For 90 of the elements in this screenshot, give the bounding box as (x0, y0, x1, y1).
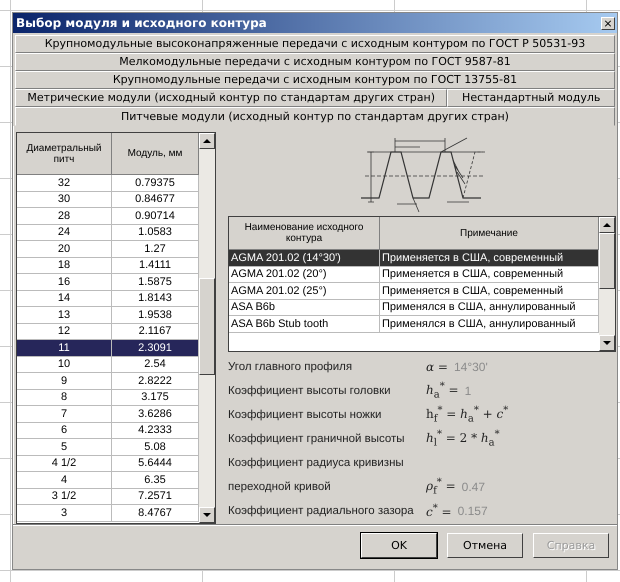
parameter-label: Угол главного профиля (228, 361, 354, 373)
table-cell[interactable]: Применялся в США, аннулированный (380, 316, 599, 332)
scroll-down-button[interactable] (599, 335, 615, 351)
table-cell[interactable]: 6 (17, 422, 112, 439)
formula: c$^{*}$ = (426, 503, 452, 519)
table-cell[interactable]: 8.4767 (112, 505, 199, 522)
table-cell[interactable]: 10 (17, 356, 112, 373)
table-cell[interactable]: AGMA 201.02 (25°) (229, 283, 380, 300)
table-cell[interactable]: 4.2333 (112, 422, 199, 439)
table-cell[interactable]: Применяется в США, современный (380, 250, 599, 266)
scrollbar[interactable] (599, 217, 615, 351)
parameter-value: 14°30' (454, 360, 488, 374)
column-header[interactable]: Модуль, мм (112, 133, 199, 175)
table-cell[interactable]: 12 (17, 324, 112, 340)
table-cell[interactable]: 20 (17, 241, 112, 258)
table-cell[interactable]: Применяется в США, современный (380, 283, 599, 300)
table-cell[interactable]: 32 (17, 175, 112, 192)
table-cell[interactable]: 4 (17, 472, 112, 488)
table-cell[interactable]: 8 (17, 390, 112, 406)
table-cell[interactable]: 3 (17, 505, 112, 522)
table-cell[interactable]: ASA B6b (229, 300, 380, 316)
formula: ρ$_{f}$$^{*}$ = (426, 477, 456, 497)
formula: h$_{a}$$^{*}$ = (426, 381, 459, 401)
scrollbar-thumb[interactable] (199, 278, 215, 375)
table-cell[interactable]: 6.35 (112, 472, 199, 488)
tab[interactable]: Метрические модули (исходный контур по стандартам других стран) (15, 89, 448, 107)
table-cell[interactable]: 30 (17, 192, 112, 208)
table-cell[interactable]: 1.27 (112, 241, 199, 258)
table-cell[interactable]: Применялся в США, аннулированный (380, 300, 599, 316)
table-cell[interactable]: AGMA 201.02 (20°) (229, 266, 380, 283)
column-header[interactable]: Диаметральный питч (17, 133, 112, 175)
column-header[interactable]: Наименование исходного контура (229, 217, 380, 250)
table-cell[interactable]: 1.4111 (112, 258, 199, 274)
dialog-button[interactable]: OK (361, 532, 437, 558)
tab[interactable]: Нестандартный модуль (447, 89, 615, 107)
tab[interactable]: Крупномодульные высоконапряженные передачи с исходным контуром по ГОСТ Р 50531-93 (15, 35, 615, 53)
parameter-value: 0.47 (462, 480, 485, 494)
scrollbar[interactable] (199, 133, 215, 523)
parameter-value: 0.157 (458, 504, 488, 518)
table-cell[interactable]: 2.54 (112, 356, 199, 373)
column-header[interactable]: Примечание (380, 217, 599, 250)
parameter-value: 1 (464, 384, 472, 398)
parameter-label: Коэффициент радиального зазора (228, 505, 415, 517)
table-cell[interactable]: 28 (17, 208, 112, 224)
table-cell[interactable]: 14 (17, 290, 112, 307)
table-cell[interactable]: 0.84677 (112, 192, 199, 208)
table-cell[interactable]: ASA B6b Stub tooth (229, 316, 380, 332)
table-cell[interactable]: 4 1/2 (17, 456, 112, 472)
table-cell[interactable]: 9 (17, 373, 112, 390)
parameter-label: Коэффициент высоты ножки (228, 409, 382, 421)
table-cell[interactable]: 0.79375 (112, 175, 199, 192)
parameter-label: переходной кривой (228, 481, 332, 493)
table-cell[interactable]: 0.90714 (112, 208, 199, 224)
table-cell[interactable]: 16 (17, 274, 112, 290)
table-cell[interactable]: 1.8143 (112, 290, 199, 307)
table-cell[interactable]: 5 (17, 439, 112, 456)
table-cell[interactable]: AGMA 201.02 (14°30') (229, 250, 380, 266)
table-cell[interactable]: 2.3091 (112, 340, 199, 356)
table-cell[interactable]: 11 (17, 340, 112, 356)
parameter-label: Коэффициент высоты головки (228, 385, 392, 397)
scrollbar-thumb[interactable] (599, 233, 615, 290)
table-cell[interactable]: 18 (17, 258, 112, 274)
scroll-down-button[interactable] (199, 507, 215, 523)
table-cell[interactable]: 2.8222 (112, 373, 199, 390)
table-cell[interactable]: 2.1167 (112, 324, 199, 340)
formula: α = (426, 360, 448, 374)
formula: h$_{f}$$^{*}$ = h$_{a}$$^{*}$ + c$^{*}$ (426, 405, 508, 425)
window-title: Выбор модуля и исходного контура (16, 16, 267, 30)
parameter-label: Коэффициент радиуса кривизны (228, 457, 405, 469)
table-cell[interactable]: 3.6286 (112, 406, 199, 422)
tab[interactable]: Мелкомодульные передачи с исходным контуром по ГОСТ 9587-81 (15, 53, 615, 71)
tab[interactable]: Питчевые модули (исходный контур по стандартам других стран) (15, 107, 615, 126)
table-cell[interactable]: 24 (17, 224, 112, 241)
table-cell[interactable]: Применяется в США, современный (380, 266, 599, 283)
table-cell[interactable]: 7.2571 (112, 488, 199, 505)
table-cell[interactable]: 1.9538 (112, 307, 199, 324)
table-cell[interactable]: 5.08 (112, 439, 199, 456)
table-cell[interactable]: 1.5875 (112, 274, 199, 290)
table-cell[interactable]: 7 (17, 406, 112, 422)
dialog-button[interactable]: Отмена (447, 532, 523, 558)
parameter-label: Коэффициент граничной высоты (228, 433, 406, 445)
scroll-up-button[interactable] (199, 133, 215, 149)
table-cell[interactable]: 1.0583 (112, 224, 199, 241)
table-cell[interactable]: 13 (17, 307, 112, 324)
table-cell[interactable]: 3 1/2 (17, 488, 112, 505)
tab[interactable]: Крупномодульные передачи с исходным контуром по ГОСТ 13755-81 (15, 71, 615, 89)
close-button[interactable]: × (601, 16, 615, 30)
table-cell[interactable]: 5.6444 (112, 456, 199, 472)
scroll-up-button[interactable] (599, 217, 615, 233)
table-cell[interactable]: 3.175 (112, 390, 199, 406)
